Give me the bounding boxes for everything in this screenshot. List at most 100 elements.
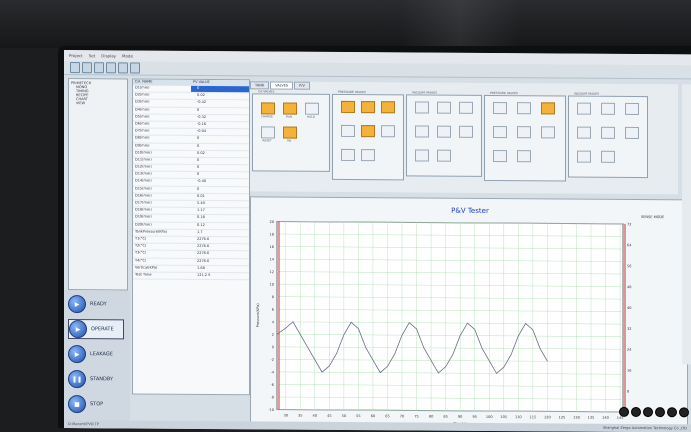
zoom-icon[interactable] xyxy=(679,407,689,418)
valve-button[interactable] xyxy=(437,149,451,162)
valve-button[interactable] xyxy=(517,150,531,163)
right-scrollbar[interactable] xyxy=(682,84,691,365)
pause-icon[interactable] xyxy=(118,62,128,74)
valve-button[interactable] xyxy=(415,149,429,162)
y2-tick-label: 24 xyxy=(627,348,632,352)
y2-tick-label: 40 xyxy=(627,306,631,310)
menu-project[interactable]: Project xyxy=(69,53,83,58)
x-tick-label: 100 xyxy=(486,415,493,419)
tree-item-view[interactable]: VIEW xyxy=(71,101,125,105)
valve-button[interactable] xyxy=(381,125,395,138)
group-ch-valves: CH.VALVES CHARGE RUN HOLD RESET ON xyxy=(252,89,330,172)
channel-value: 0 xyxy=(197,136,200,141)
valve-button[interactable] xyxy=(459,125,473,138)
valve-button[interactable] xyxy=(381,101,395,114)
valve-button[interactable] xyxy=(517,102,531,115)
valve-button[interactable] xyxy=(341,100,355,114)
hold-valve[interactable] xyxy=(305,102,319,115)
valve-button[interactable] xyxy=(415,125,429,138)
channel-name: D19(mm) xyxy=(135,214,152,219)
channel-value: 121.2 S xyxy=(197,272,211,277)
charge-valve[interactable] xyxy=(261,102,275,115)
valve-button[interactable] xyxy=(493,101,507,115)
valve-button[interactable] xyxy=(577,102,591,115)
tab-tank[interactable]: TANK xyxy=(250,81,270,90)
channel-value: 0 xyxy=(197,143,200,148)
zoom-icon[interactable] xyxy=(667,407,677,418)
valve-button[interactable] xyxy=(361,101,375,114)
on-valve[interactable] xyxy=(283,126,297,139)
valve-button[interactable] xyxy=(415,101,429,114)
y2-tick-label: 56 xyxy=(627,264,631,268)
new-icon[interactable] xyxy=(70,62,80,74)
valve-button[interactable] xyxy=(437,125,451,138)
menu-mode[interactable]: Mode xyxy=(122,53,133,58)
channel-name: D18(mm) xyxy=(135,207,152,212)
valve-button[interactable] xyxy=(577,126,591,139)
arrow-right-icon[interactable] xyxy=(619,406,629,417)
valve-button[interactable] xyxy=(625,102,639,116)
settings-icon[interactable] xyxy=(130,62,140,74)
valve-button[interactable] xyxy=(437,101,451,114)
stop-button[interactable]: ■ STOP xyxy=(68,394,124,414)
y2-tick-label: 64 xyxy=(627,243,632,247)
channel-name: D10(mm) xyxy=(135,150,152,155)
x-tick-label: 50 xyxy=(342,414,346,418)
arrow-up-icon[interactable] xyxy=(643,407,653,418)
operate-button[interactable]: ▶ OPERATE xyxy=(68,319,124,340)
leakage-button[interactable]: ▶ LEAKAGE xyxy=(68,344,124,364)
valve-button[interactable] xyxy=(493,149,507,163)
valve-button[interactable] xyxy=(541,102,555,115)
search-icon[interactable] xyxy=(106,62,116,74)
y-tick-label: -4 xyxy=(271,370,275,374)
arrow-left-icon[interactable] xyxy=(631,406,641,418)
valve-button[interactable] xyxy=(361,149,375,162)
save-icon[interactable] xyxy=(94,62,104,74)
table-row[interactable]: Test Time 121.2 S xyxy=(133,272,249,281)
channel-name: T3(°C) xyxy=(135,250,147,255)
open-icon[interactable] xyxy=(82,62,92,74)
channel-value: 0 xyxy=(197,172,200,177)
valve-button[interactable] xyxy=(341,148,355,162)
tab-valves[interactable]: VALVES xyxy=(270,81,294,90)
valve-button[interactable] xyxy=(459,101,473,114)
x-tick-label: 130 xyxy=(573,416,580,420)
y-tick-label: 10 xyxy=(270,283,274,287)
x-tick-label: 75 xyxy=(414,414,418,418)
menu-display[interactable]: Display xyxy=(101,53,116,58)
reset-valve[interactable] xyxy=(261,126,275,139)
valve-button[interactable] xyxy=(493,125,507,139)
tab-pv[interactable]: P/V xyxy=(294,81,310,90)
channel-value: 0.12 xyxy=(197,222,205,227)
standby-button[interactable]: ❚❚ STANDBY xyxy=(68,369,124,389)
valve-button[interactable] xyxy=(601,102,615,115)
ready-button[interactable]: ▶ READY xyxy=(68,294,124,314)
channel-value: 1.7 xyxy=(197,229,203,234)
stop-icon: ■ xyxy=(68,395,86,414)
valve-button[interactable] xyxy=(341,124,355,138)
valve-button[interactable] xyxy=(625,126,639,140)
valve-button[interactable] xyxy=(517,126,531,139)
menu-set[interactable]: Set xyxy=(89,53,96,58)
channel-value: 1.68 xyxy=(197,265,205,270)
x-tick-label: 115 xyxy=(530,415,537,419)
group-pressure-valves-2: PRESSURE VALVES xyxy=(484,90,566,182)
y-tick-label: -10 xyxy=(268,408,274,412)
channel-name: D13(mm) xyxy=(135,171,152,176)
valve-button[interactable] xyxy=(601,150,615,163)
valve-button[interactable] xyxy=(601,126,615,139)
y-tick-label: 0 xyxy=(272,345,274,349)
valve-button[interactable] xyxy=(541,126,555,139)
valve-button[interactable] xyxy=(577,150,591,163)
y-tick-label: -2 xyxy=(271,358,274,362)
y2-tick-label: 32 xyxy=(627,327,631,331)
run-valve[interactable] xyxy=(283,102,297,115)
channel-name: D17(mm) xyxy=(135,200,152,205)
y-tick-label: -6 xyxy=(271,383,274,387)
channel-name: D3(mm) xyxy=(135,99,150,104)
channel-name: T1(°C) xyxy=(135,236,147,241)
valve-button[interactable] xyxy=(361,125,375,138)
arrow-down-icon[interactable] xyxy=(655,407,665,418)
x-tick-label: 120 xyxy=(544,415,551,419)
channel-value: 5.40 xyxy=(197,200,205,205)
